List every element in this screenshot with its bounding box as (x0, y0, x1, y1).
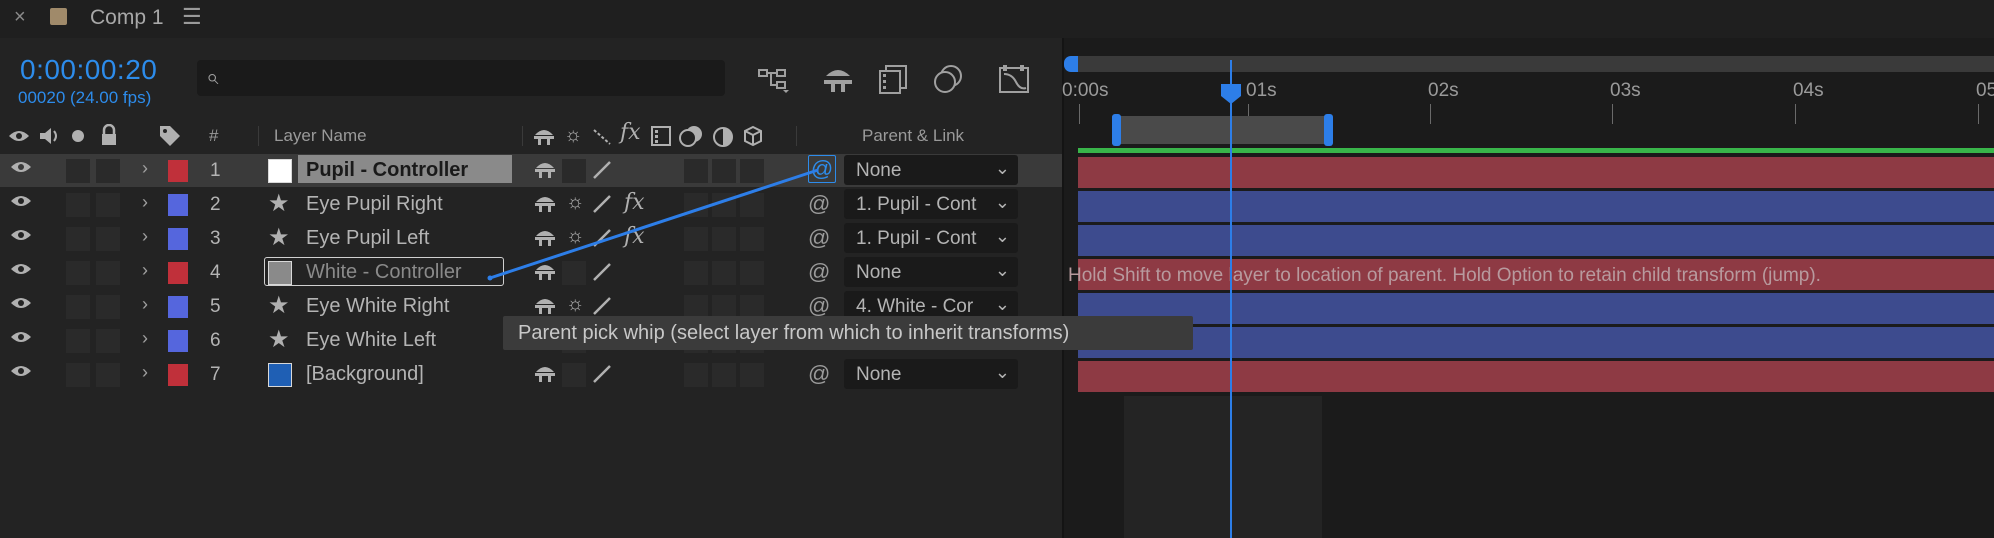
rendered-preview-bar (1078, 148, 1994, 153)
ruler-tick-label: 03s (1610, 80, 1641, 101)
work-area-end-handle[interactable] (1324, 114, 1333, 146)
work-area-bar[interactable] (1112, 116, 1332, 144)
ruler-tick-label: 01s (1246, 80, 1277, 101)
layer-duration-bar[interactable] (1078, 293, 1994, 324)
time-navigator-bar[interactable] (1070, 56, 1994, 72)
layer-duration-bar[interactable] (1078, 327, 1994, 358)
time-navigator-start-handle[interactable] (1064, 56, 1078, 72)
ruler-tick-label: 05 (1976, 80, 1994, 101)
ruler-tick-label: 04s (1793, 80, 1824, 101)
layer-duration-bar[interactable] (1078, 361, 1994, 392)
ruler-tick (1795, 104, 1796, 124)
ruler-tick (1430, 104, 1431, 124)
layer-duration-bar[interactable] (1078, 157, 1994, 188)
pick-whip-drag-line (487, 168, 819, 281)
work-area-shade (1124, 396, 1322, 538)
ruler-tick-label: 02s (1428, 80, 1459, 101)
ruler-tick (1079, 104, 1080, 124)
layer-duration-bar[interactable] (1078, 225, 1994, 256)
tooltip-text: Parent pick whip (select layer from whic… (518, 322, 1070, 344)
ruler-tick (1612, 104, 1613, 124)
ruler-tick-label: 0:00s (1062, 80, 1109, 101)
parent-hint-text: Hold Shift to move layer to location of … (1068, 265, 1821, 286)
current-time-indicator[interactable] (1230, 60, 1232, 538)
layer-duration-bar[interactable] (1078, 191, 1994, 222)
work-area-start-handle[interactable] (1112, 114, 1121, 146)
ruler-tick (1978, 104, 1979, 124)
current-time-indicator-head[interactable] (1219, 84, 1243, 104)
